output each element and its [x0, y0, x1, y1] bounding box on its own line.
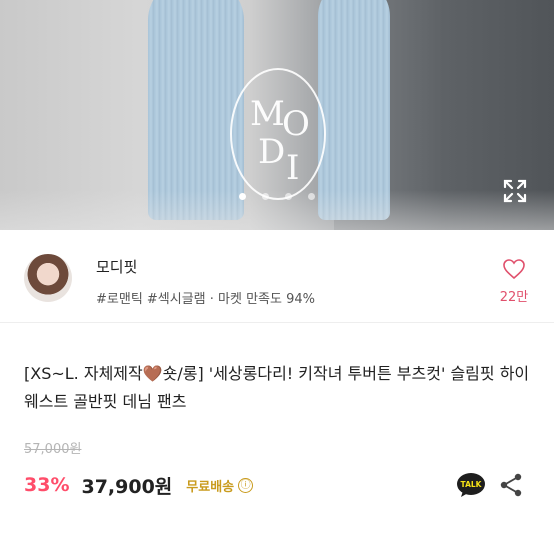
sale-price: 37,900원 [81, 475, 173, 498]
brand-logo-letter: O [282, 104, 310, 144]
brand-logo-letter: D [258, 132, 286, 172]
info-icon[interactable]: ⓘ [238, 477, 254, 493]
seller-info[interactable]: 모디핏 #로맨틱 #섹시글램 · 마켓 만족도 94% 22만 [0, 230, 554, 323]
brand-logo: M O D I [230, 68, 326, 200]
heart-outline-icon [503, 259, 525, 280]
jeans-leg-right [318, 0, 390, 220]
product-image[interactable]: M O D I [0, 0, 554, 230]
product-title: [XS~L. 자체제작🤎숏/롱] '세상롱다리! 키작녀 투버튼 부츠컷' 슬림… [24, 364, 530, 411]
carousel-dot-active[interactable] [239, 193, 246, 200]
jeans-leg-left [148, 0, 244, 220]
free-shipping-badge: 무료배송 [186, 479, 235, 495]
price-row: 33% 37,900원 무료배송 ⓘ [24, 470, 254, 500]
kakao-talk-label: TALK [461, 480, 483, 489]
seller-name[interactable]: 모디핏 [96, 256, 137, 277]
original-price: 57,000원 [24, 442, 82, 457]
carousel-indicator [0, 193, 554, 205]
discount-rate: 33% [24, 474, 70, 496]
like-count: 22만 [499, 290, 529, 305]
share-icon[interactable] [498, 472, 524, 498]
seller-tags: #로맨틱 #섹시글램 · 마켓 만족도 94% [96, 292, 315, 307]
carousel-dot[interactable] [262, 193, 269, 200]
expand-icon[interactable] [502, 178, 528, 204]
carousel-dot[interactable] [285, 193, 292, 200]
seller-avatar[interactable] [24, 254, 72, 302]
brand-logo-letter: I [286, 148, 300, 188]
like-button[interactable]: 22만 [494, 258, 534, 305]
kakao-talk-icon[interactable]: TALK [456, 472, 486, 498]
brand-logo-letter: M [250, 94, 285, 134]
carousel-dot[interactable] [308, 193, 315, 200]
